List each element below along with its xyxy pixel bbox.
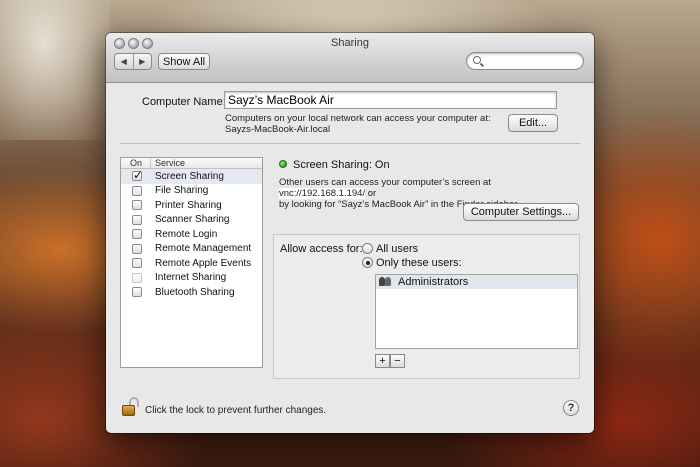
computer-name-note-line2: Sayzs-MacBook-Air.local [225,124,331,135]
service-row-bluetooth-sharing[interactable]: Bluetooth Sharing [121,285,262,300]
service-checkbox[interactable] [132,287,142,298]
service-row-internet-sharing[interactable]: Internet Sharing [121,271,262,286]
service-row-printer-sharing[interactable]: Printer Sharing [121,198,262,213]
lock-body [122,405,135,416]
status-desc-suffix: or [365,188,377,199]
users-list: Administrators [375,274,578,349]
back-arrow-icon[interactable]: ◀ [115,54,134,69]
list-item[interactable]: Administrators [376,275,577,289]
service-checkbox[interactable] [132,214,142,225]
user-label: Administrators [398,276,469,288]
status-desc-prefix: Other users can access your computer’s s… [279,177,491,188]
only-these-users-label[interactable]: Only these users: [376,257,462,269]
lock-text: Click the lock to prevent further change… [145,405,327,416]
all-users-radio[interactable] [362,243,373,254]
remove-user-button[interactable]: − [390,354,405,368]
status-title: Screen Sharing: On [293,159,390,171]
edit-button[interactable]: Edit... [508,114,558,132]
service-checkbox[interactable] [132,272,142,283]
header-service[interactable]: Service [151,158,185,168]
lock-icon[interactable] [122,397,140,417]
computer-name-label: Computer Name: [142,96,226,108]
only-these-users-radio[interactable] [362,257,373,268]
service-row-scanner-sharing[interactable]: Scanner Sharing [121,213,262,228]
service-label: Bluetooth Sharing [155,286,235,298]
divider [120,143,580,144]
computer-settings-button[interactable]: Computer Settings... [463,203,579,221]
service-row-remote-login[interactable]: Remote Login [121,227,262,242]
service-checkbox[interactable] [132,168,143,182]
background-blur [0,0,110,140]
add-user-button[interactable]: + [375,354,390,368]
access-panel: Allow access for: All users Only these u… [273,234,580,379]
help-button[interactable]: ? [563,400,579,416]
status-indicator-icon [279,160,287,168]
search-icon [473,56,481,64]
service-checkbox[interactable] [132,258,142,269]
window-title: Sharing [331,37,369,49]
service-checkbox[interactable] [132,200,142,211]
forward-arrow-icon[interactable]: ▶ [134,54,152,69]
allow-access-label: Allow access for: [280,243,363,255]
service-label: Scanner Sharing [155,214,230,226]
header-on[interactable]: On [121,158,151,168]
vnc-url: vnc://192.168.1.194/ [279,188,366,199]
show-all-button[interactable]: Show All [158,53,210,70]
computer-name-note-line1: Computers on your local network can acce… [225,113,491,124]
sharing-window: Sharing ◀ ▶ Show All Computer Name: Sayz… [106,33,594,433]
service-label: Remote Management [155,243,252,255]
service-label: Remote Login [155,228,218,240]
service-label: Screen Sharing [155,170,224,182]
service-label: Remote Apple Events [155,257,252,269]
services-list: On Service Screen Sharing File Sharing P… [120,157,263,368]
service-row-file-sharing[interactable]: File Sharing [121,184,262,199]
service-row-remote-apple-events[interactable]: Remote Apple Events [121,256,262,271]
group-icon [379,277,392,287]
service-label: File Sharing [155,185,209,197]
titlebar: Sharing ◀ ▶ Show All [106,33,594,83]
service-row-remote-management[interactable]: Remote Management [121,242,262,257]
service-label: Printer Sharing [155,199,222,211]
service-checkbox[interactable] [132,229,142,240]
service-label: Internet Sharing [155,272,227,284]
computer-name-input[interactable]: Sayz’s MacBook Air [224,91,557,109]
search-field[interactable] [466,52,584,70]
back-forward-control: ◀ ▶ [114,53,152,70]
service-row-screen-sharing[interactable]: Screen Sharing [121,168,262,184]
service-checkbox[interactable] [132,185,142,196]
computer-name-note: Computers on your local network can acce… [225,113,515,135]
all-users-label[interactable]: All users [376,243,418,255]
service-checkbox[interactable] [132,243,142,254]
